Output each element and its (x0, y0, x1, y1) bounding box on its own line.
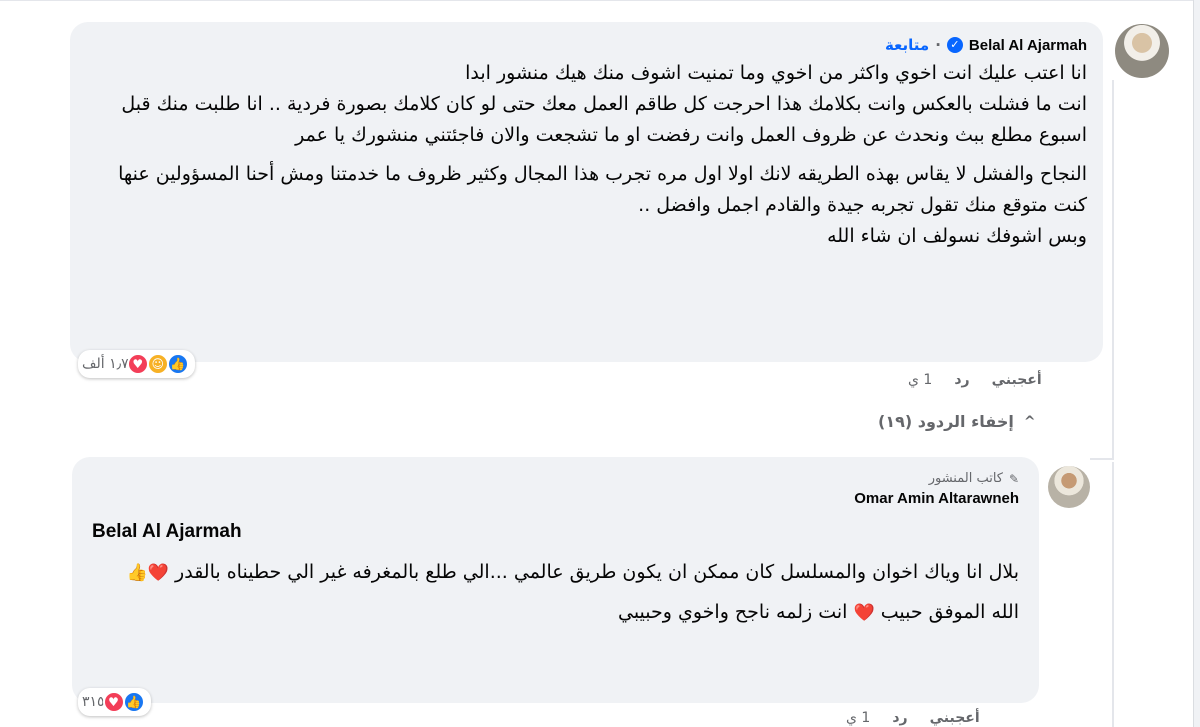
heart-emoji: ❤️ (147, 563, 169, 583)
comment-text-line: الله الموفق حبيب (880, 601, 1019, 623)
thread-line-lower (1112, 462, 1114, 727)
comment-text-line: بلال انا وياك اخوان والمسلسل كان ممكن ان… (175, 561, 1019, 583)
reply-button[interactable]: رد (892, 710, 907, 726)
comment-author[interactable]: Belal Al Ajarmah (969, 37, 1087, 54)
like-reaction-icon: 👍 (166, 353, 189, 375)
heart-emoji: ❤️ (853, 603, 875, 623)
care-reaction-icon: ♥ (126, 353, 149, 375)
author-tag: ✎ كاتب المنشور (92, 471, 1019, 486)
haha-reaction-icon: ☺ (146, 353, 169, 375)
timestamp[interactable]: 1 ي (908, 372, 932, 388)
comment-text: الله الموفق حبيب ❤️ انت زلمه ناجح واخوي … (92, 597, 1019, 629)
hide-replies-button[interactable]: ^ إخفاء الردود (١٩) (878, 412, 1036, 431)
love-reaction-icon: ♥ (102, 691, 125, 713)
mention-tag[interactable]: Belal Al Ajarmah (92, 521, 1019, 543)
comment-actions: أعجبني رد 1 ي (846, 710, 980, 726)
thread-connector (1090, 458, 1114, 460)
reply-bubble: ✎ كاتب المنشور Omar Amin Altarawneh Bela… (72, 457, 1039, 703)
timestamp[interactable]: 1 ي (846, 710, 870, 726)
chevron-up-icon: ^ (1023, 413, 1036, 430)
comment-author[interactable]: Omar Amin Altarawneh (92, 490, 1019, 507)
follow-link[interactable]: متابعة (885, 36, 929, 54)
comment-text: النجاح والفشل لا يقاس بهذه الطريقه لانك … (118, 163, 1087, 247)
like-button[interactable]: أعجبني (992, 372, 1042, 388)
reaction-count: ١٫٧ ألف (82, 356, 129, 372)
reaction-count: ٣١٥ (82, 694, 105, 710)
comment-text: انا اعتب عليك انت اخوي واكثر من اخوي وما… (121, 62, 1087, 146)
comment-actions: أعجبني رد 1 ي (908, 372, 1042, 388)
reaction-summary[interactable]: ٣١٥ ♥ 👍 (78, 688, 151, 716)
verified-badge-icon: ✓ (946, 37, 963, 53)
reaction-summary[interactable]: ١٫٧ ألف ♥ ☺ 👍 (78, 350, 195, 378)
author-tag-label: كاتب المنشور (928, 471, 1003, 486)
separator-dot: · (935, 36, 941, 54)
thread-line (1112, 80, 1114, 460)
reply-button[interactable]: رد (954, 372, 969, 388)
avatar[interactable] (1115, 24, 1169, 78)
comment-text: بلال انا وياك اخوان والمسلسل كان ممكن ان… (92, 557, 1019, 589)
comment-header: متابعة · ✓ Belal Al Ajarmah (86, 36, 1087, 54)
comment-text-line: انت زلمه ناجح واخوي وحبيبي (617, 601, 848, 623)
scrollbar-track[interactable] (1193, 0, 1200, 727)
hide-replies-label: إخفاء الردود (١٩) (878, 412, 1014, 431)
like-reaction-icon: 👍 (122, 691, 145, 713)
thumbs-up-emoji: 👍 (126, 563, 148, 583)
avatar[interactable] (1048, 466, 1090, 508)
comment-bubble: متابعة · ✓ Belal Al Ajarmah انا اعتب علي… (70, 22, 1103, 362)
top-divider (0, 0, 1200, 1)
pen-icon: ✎ (1008, 471, 1019, 486)
like-button[interactable]: أعجبني (930, 710, 980, 726)
